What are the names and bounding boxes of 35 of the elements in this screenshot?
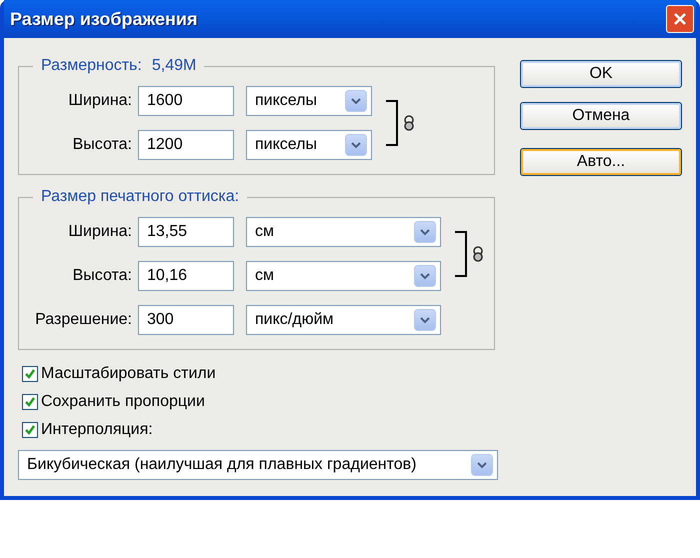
group-title: Размерность:	[41, 57, 142, 74]
checkbox-label: Сохранить пропорции	[41, 392, 205, 412]
bracket-line	[386, 100, 398, 146]
field-label: Разрешение:	[34, 310, 132, 330]
close-button[interactable]	[666, 5, 694, 33]
unit-dropdown[interactable]: пикселы	[246, 130, 372, 160]
unit-dropdown[interactable]: пикселы	[246, 86, 372, 116]
field-label: Высота:	[72, 266, 132, 286]
window-title: Размер изображения	[10, 8, 198, 31]
group-title: Размер печатного оттиска:	[41, 188, 240, 205]
chain-link-icon	[473, 246, 483, 262]
bracket-line	[455, 231, 467, 277]
dialog-button[interactable]: Отмена	[520, 102, 682, 130]
number-input[interactable]: 1600	[138, 86, 234, 116]
unit-dropdown[interactable]: пикс/дюйм	[246, 305, 441, 335]
checkbox[interactable]	[22, 366, 38, 382]
dialog-button[interactable]: Авто...	[520, 148, 682, 176]
field-label: Ширина:	[67, 91, 132, 111]
number-input[interactable]: 13,55	[138, 217, 234, 247]
chain-link-icon	[404, 115, 414, 131]
number-input[interactable]: 300	[138, 305, 234, 335]
number-input[interactable]: 1200	[138, 130, 234, 160]
file-size-value: 5,49M	[152, 57, 196, 74]
checkbox-label: Интерполяция:	[41, 420, 153, 440]
checkbox[interactable]	[22, 394, 38, 410]
interpolation-dropdown[interactable]: Бикубическая (наилучшая для плавных градиентов)	[18, 450, 498, 480]
checkbox-label: Масштабировать стили	[41, 364, 216, 384]
unit-dropdown[interactable]: см	[246, 261, 441, 291]
field-label: Высота:	[72, 135, 132, 155]
unit-dropdown[interactable]: см	[246, 217, 441, 247]
dialog-button[interactable]: OK	[520, 60, 682, 88]
checkbox[interactable]	[22, 422, 38, 438]
number-input[interactable]: 10,16	[138, 261, 234, 291]
close-icon	[673, 12, 687, 26]
field-label: Ширина:	[67, 222, 132, 242]
